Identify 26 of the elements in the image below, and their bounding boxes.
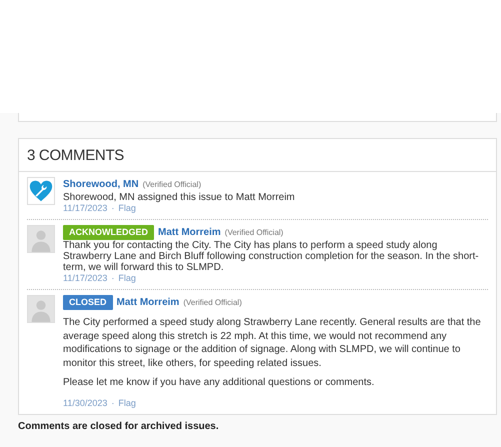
author-link[interactable]: Matt Morreim — [116, 295, 180, 310]
verified-label: (Verified Official) — [183, 296, 242, 308]
comment-text: Thank you for contacting the City. The City has plans to perform a speed study along Strawberry Lane and Birch Bluff following construction completion for the season. In the short-term, we will forward this to SLMPD. — [63, 240, 480, 273]
comment-date: 11/17/2023 — [63, 273, 108, 283]
verified-label: (Verified Official) — [142, 178, 202, 190]
closed-notice: Comments are closed for archived issues. — [18, 420, 219, 432]
comment-text: Please let me know if you have any additional questions or comments. — [63, 376, 376, 390]
comment-text: Shorewood, MN assigned this issue to Matt Morreim — [63, 192, 296, 203]
separator-dot: · — [111, 203, 114, 213]
avatar-placeholder — [27, 295, 55, 323]
status-badge: CLOSED — [63, 295, 113, 310]
flag-link[interactable]: Flag — [118, 273, 136, 283]
separator-dot: · — [111, 273, 114, 283]
comment-text: The City performed a speed study along Strawberry Lane recently. General results are that the average speed along this stretch is 22 mph. At this time, we would not recommend any modifications to signage or the addition of signage. Along with SLMPD, we will continue to monitor this street, like others, for speeding related issues. — [63, 316, 482, 370]
author-link[interactable]: Matt Morreim — [158, 225, 221, 240]
comment-date: 11/17/2023 — [63, 203, 108, 213]
author-link[interactable]: Shorewood, MN — [63, 177, 139, 192]
flag-link[interactable]: Flag — [118, 203, 136, 213]
flag-link[interactable]: Flag — [118, 398, 136, 408]
separator-dot: · — [111, 398, 114, 408]
verified-label: (Verified Official) — [224, 226, 284, 238]
heart-wrench-logo — [27, 177, 55, 205]
avatar-placeholder — [27, 225, 55, 253]
status-badge: ACKNOWLEDGED — [63, 225, 154, 240]
comments-heading: 3 COMMENTS — [27, 147, 124, 164]
comment-date: 11/30/2023 — [63, 398, 108, 408]
